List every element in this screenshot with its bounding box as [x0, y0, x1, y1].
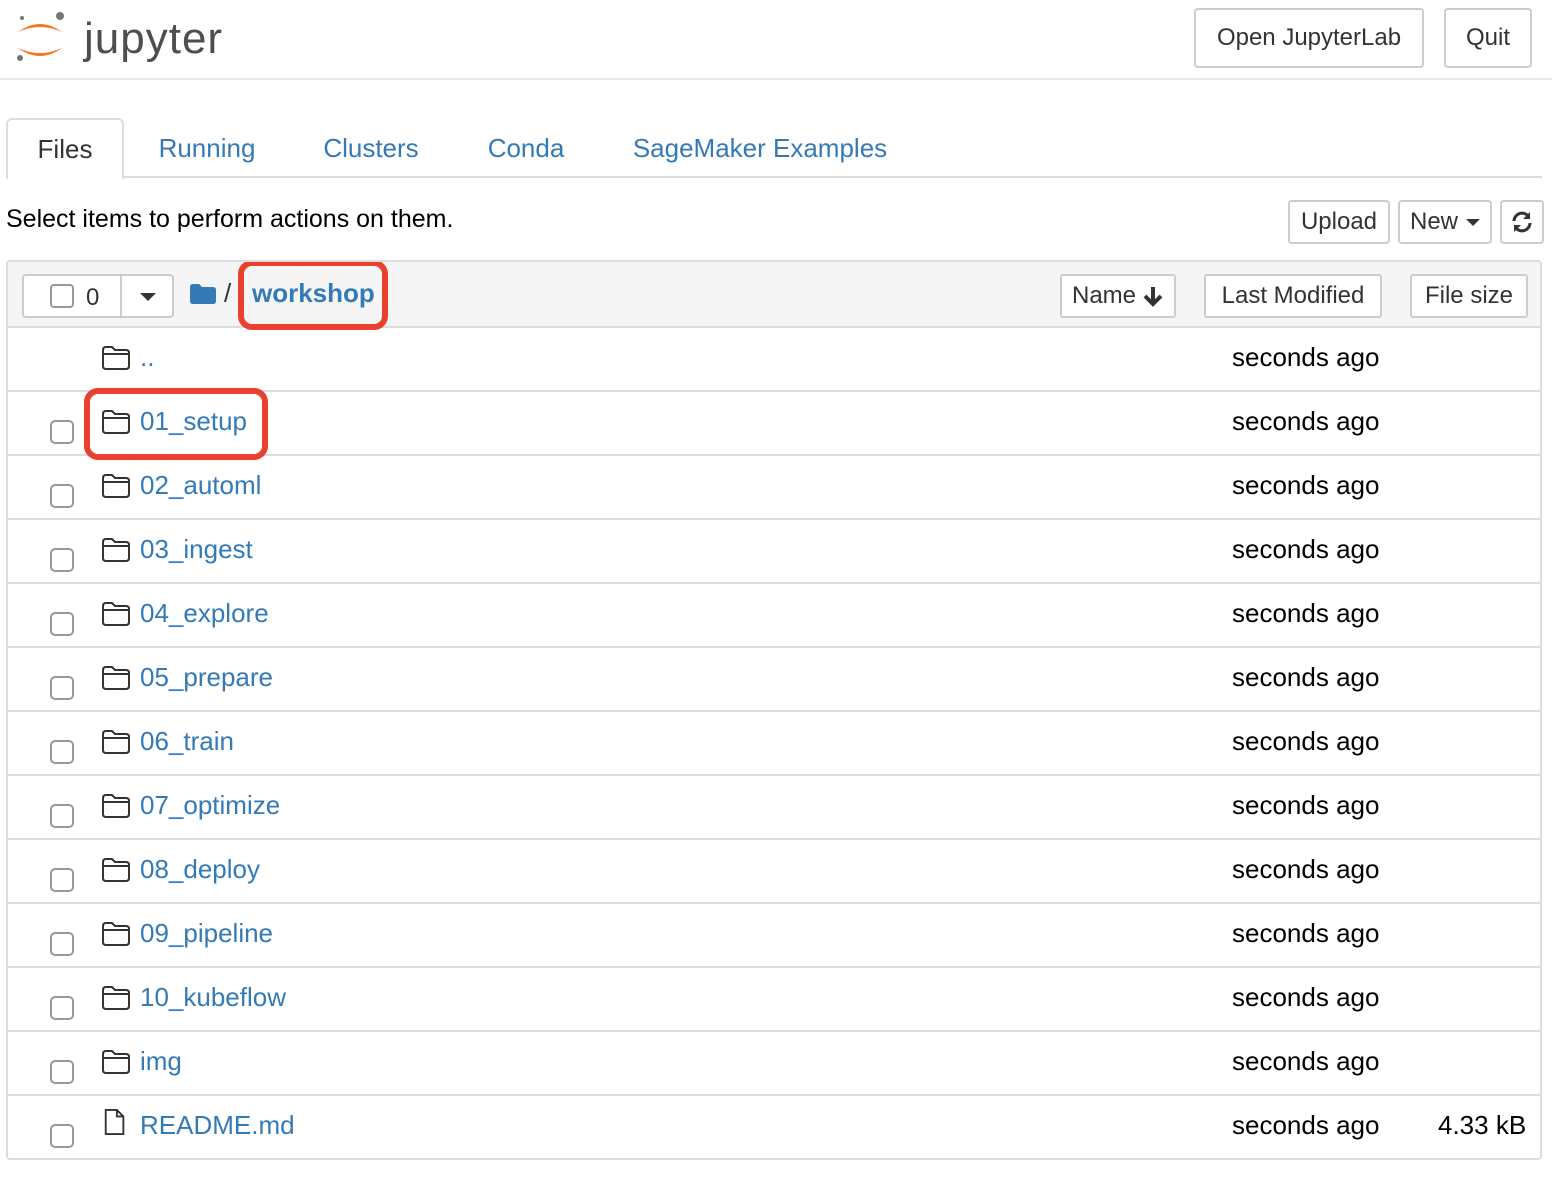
new-dropdown-button[interactable]: New — [1398, 200, 1492, 244]
folder-icon — [102, 474, 130, 498]
item-checkbox[interactable] — [50, 548, 74, 572]
folder-icon — [102, 1050, 130, 1074]
item-last-modified: seconds ago — [1232, 1110, 1380, 1140]
select-all-group[interactable]: 0 — [22, 274, 174, 318]
list-item[interactable]: 06_train seconds ago — [8, 712, 1540, 776]
list-item[interactable]: 09_pipeline seconds ago — [8, 904, 1540, 968]
item-checkbox[interactable] — [50, 932, 74, 956]
select-divider — [120, 276, 122, 316]
folder-solid-icon[interactable] — [190, 284, 216, 304]
item-name-link[interactable]: README.md — [140, 1110, 295, 1141]
sort-by-last-modified-button[interactable]: Last Modified — [1204, 274, 1382, 318]
item-checkbox[interactable] — [50, 996, 74, 1020]
item-last-modified: seconds ago — [1232, 534, 1380, 564]
caret-down-icon[interactable] — [140, 293, 156, 301]
item-name-link[interactable]: 05_prepare — [140, 662, 273, 693]
sort-name-label: Name — [1071, 282, 1137, 309]
refresh-button[interactable] — [1500, 200, 1544, 244]
new-button-label: New — [1409, 208, 1458, 235]
list-item[interactable]: img seconds ago — [8, 1032, 1540, 1096]
item-last-modified: seconds ago — [1232, 1046, 1380, 1076]
folder-icon — [102, 538, 130, 562]
logo-text: jupyter — [84, 14, 224, 63]
selection-hint: Select items to perform actions on them. — [6, 205, 454, 233]
item-name-link[interactable]: 06_train — [140, 726, 234, 757]
tab-sagemaker-examples[interactable]: SageMaker Examples — [618, 118, 902, 178]
item-last-modified: seconds ago — [1232, 854, 1380, 884]
file-list: 0 / workshop Name Last Modified File siz… — [6, 260, 1542, 1160]
folder-icon — [102, 730, 130, 754]
folder-icon — [102, 922, 130, 946]
folder-icon — [102, 986, 130, 1010]
jupyter-logo-icon — [17, 12, 64, 61]
list-item[interactable]: 04_explore seconds ago — [8, 584, 1540, 648]
item-name-link[interactable]: img — [140, 1046, 182, 1077]
item-name-link[interactable]: 03_ingest — [140, 534, 253, 565]
list-item[interactable]: 10_kubeflow seconds ago — [8, 968, 1540, 1032]
item-name-link[interactable]: 02_automl — [140, 470, 261, 501]
highlight-box-01-setup — [84, 388, 268, 460]
item-checkbox[interactable] — [50, 676, 74, 700]
list-item[interactable]: README.md seconds ago 4.33 kB — [8, 1096, 1540, 1158]
tab-conda[interactable]: Conda — [470, 118, 582, 178]
arrow-down-icon — [1143, 287, 1163, 307]
sort-by-file-size-button[interactable]: File size — [1410, 274, 1528, 318]
list-item[interactable]: 07_optimize seconds ago — [8, 776, 1540, 840]
folder-icon — [102, 666, 130, 690]
item-name-link[interactable]: 09_pipeline — [140, 918, 273, 949]
file-icon — [104, 1109, 125, 1135]
item-checkbox[interactable] — [50, 1060, 74, 1084]
refresh-icon — [1512, 211, 1532, 233]
item-checkbox[interactable] — [50, 420, 74, 444]
item-last-modified: seconds ago — [1232, 470, 1380, 500]
sort-by-name-button[interactable]: Name — [1060, 274, 1176, 318]
list-item[interactable]: 02_automl seconds ago — [8, 456, 1540, 520]
file-list-header: 0 / workshop Name Last Modified File siz… — [8, 262, 1540, 330]
item-checkbox[interactable] — [50, 804, 74, 828]
selected-count: 0 — [86, 284, 100, 311]
upload-button[interactable]: Upload — [1288, 200, 1390, 244]
item-last-modified: seconds ago — [1232, 982, 1380, 1012]
tab-bar: Files Running Clusters Conda SageMaker E… — [6, 118, 1542, 180]
item-last-modified: seconds ago — [1232, 342, 1380, 372]
item-last-modified: seconds ago — [1232, 726, 1380, 756]
item-file-size: 4.33 kB — [1438, 1110, 1527, 1140]
tab-files[interactable]: Files — [6, 118, 124, 180]
folder-icon — [102, 858, 130, 882]
folder-icon — [102, 794, 130, 818]
highlight-box-workshop — [238, 262, 388, 330]
item-last-modified: seconds ago — [1232, 662, 1380, 692]
item-checkbox[interactable] — [50, 484, 74, 508]
list-item[interactable]: 01_setup seconds ago — [8, 388, 1540, 460]
folder-icon — [102, 602, 130, 626]
item-checkbox[interactable] — [50, 612, 74, 636]
item-checkbox[interactable] — [50, 1124, 74, 1148]
item-checkbox[interactable] — [50, 740, 74, 764]
item-last-modified: seconds ago — [1232, 406, 1380, 436]
list-item-parent[interactable]: .. seconds ago — [8, 328, 1540, 392]
list-item[interactable]: 05_prepare seconds ago — [8, 648, 1540, 712]
tab-running[interactable]: Running — [142, 118, 272, 178]
folder-icon — [102, 346, 130, 370]
breadcrumb-separator: / — [224, 278, 232, 308]
header-bar: jupyter Open JupyterLab Quit — [0, 0, 1552, 80]
caret-down-icon — [1466, 218, 1480, 226]
item-name-link[interactable]: 07_optimize — [140, 790, 280, 821]
list-item[interactable]: 03_ingest seconds ago — [8, 520, 1540, 584]
item-name-link[interactable]: 04_explore — [140, 598, 269, 629]
item-name-link[interactable]: 08_deploy — [140, 854, 260, 885]
list-item[interactable]: 08_deploy seconds ago — [8, 840, 1540, 904]
item-name-link[interactable]: 10_kubeflow — [140, 982, 286, 1013]
item-last-modified: seconds ago — [1232, 918, 1380, 948]
item-name-link[interactable]: .. — [140, 342, 154, 373]
quit-button[interactable]: Quit — [1444, 8, 1532, 68]
tab-clusters[interactable]: Clusters — [306, 118, 436, 178]
select-all-checkbox[interactable] — [50, 284, 74, 308]
item-last-modified: seconds ago — [1232, 790, 1380, 820]
item-last-modified: seconds ago — [1232, 598, 1380, 628]
open-jupyterlab-button[interactable]: Open JupyterLab — [1194, 8, 1424, 68]
item-checkbox[interactable] — [50, 868, 74, 892]
jupyter-logo[interactable]: jupyter — [12, 8, 242, 70]
